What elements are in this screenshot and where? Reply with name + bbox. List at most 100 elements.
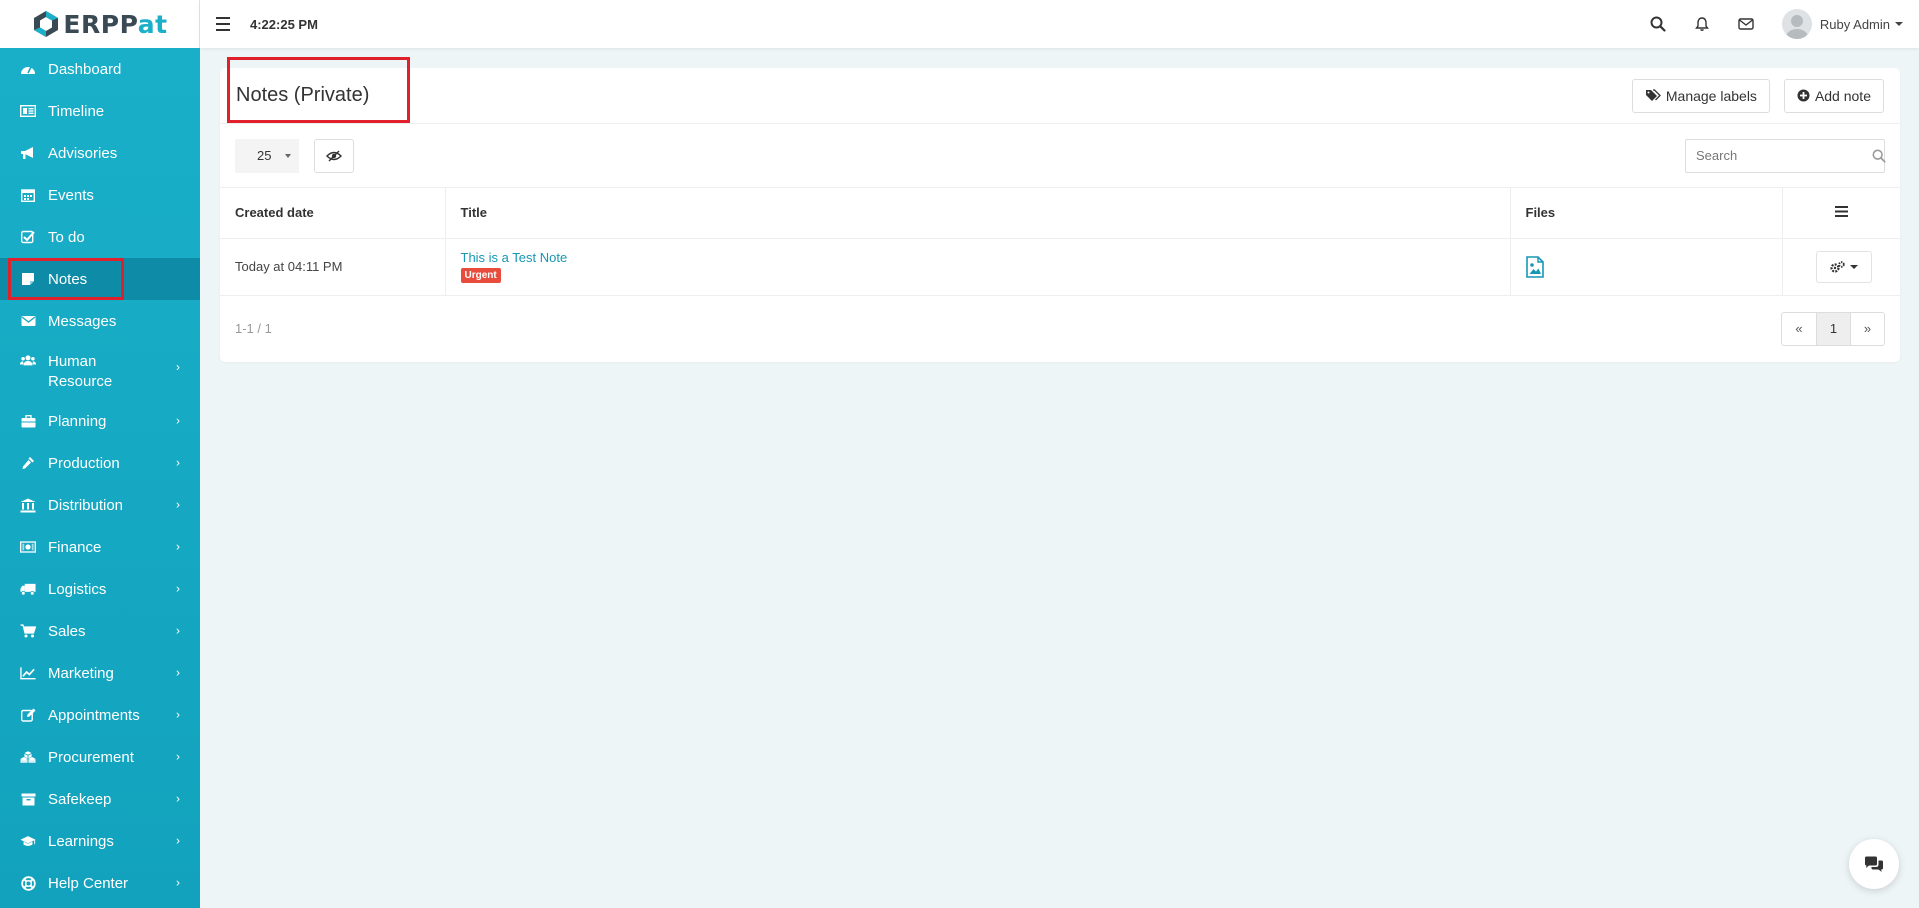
sidebar-item-label: Human Resource	[48, 353, 113, 390]
chevron-right-icon: ›	[176, 833, 180, 848]
row-options-button[interactable]	[1815, 250, 1872, 283]
sidebar-item-messages[interactable]: Messages	[0, 300, 200, 342]
chevron-right-icon: ›	[176, 497, 180, 512]
cell-created-date: Today at 04:11 PM	[220, 238, 445, 296]
life-ring-icon	[20, 875, 36, 891]
column-header-title[interactable]: Title	[444, 188, 1510, 239]
sidebar-item-label: Sales	[48, 622, 86, 640]
bell-icon[interactable]	[1680, 0, 1724, 48]
logo[interactable]: ERPPat	[0, 0, 200, 48]
check-square-icon	[20, 229, 36, 245]
sidebar-item-label: Dashboard	[48, 60, 122, 78]
sidebar-item-help-center[interactable]: Help Center ›	[0, 862, 200, 904]
sidebar-item-human-resource[interactable]: Human Resource ›	[0, 342, 200, 400]
sidebar-item-safekeep[interactable]: Safekeep ›	[0, 778, 200, 820]
sidebar-toggle-icon[interactable]	[216, 17, 232, 31]
chat-button[interactable]	[1849, 839, 1899, 889]
envelope-icon	[20, 313, 36, 329]
search-box	[1685, 138, 1886, 173]
sidebar-item-appointments[interactable]: Appointments ›	[0, 694, 200, 736]
manage-labels-button[interactable]: Manage labels	[1631, 78, 1770, 113]
chevron-down-icon	[1895, 22, 1903, 26]
sidebar-item-label: Procurement	[48, 748, 134, 766]
briefcase-icon	[20, 413, 36, 429]
table-info: 1-1 / 1	[235, 321, 272, 336]
calendar-icon	[20, 187, 36, 203]
pagination-next-button[interactable]: »	[1850, 312, 1884, 345]
chevron-right-icon: ›	[176, 749, 180, 764]
cell-title: This is a Test Note Urgent	[444, 238, 1510, 296]
search-icon[interactable]	[1636, 0, 1680, 48]
envelope-icon[interactable]	[1724, 0, 1768, 48]
archive-icon	[20, 791, 36, 807]
add-note-button[interactable]: Add note	[1783, 78, 1884, 113]
plus-circle-icon	[1797, 89, 1810, 102]
brand-name: ERPPat	[63, 9, 168, 39]
sidebar-item-procurement[interactable]: Procurement ›	[0, 736, 200, 778]
bank-icon	[20, 497, 36, 513]
sidebar-item-learnings[interactable]: Learnings ›	[0, 820, 200, 862]
users-icon	[20, 352, 36, 368]
image-file-icon[interactable]	[1525, 255, 1544, 278]
bars-icon	[1834, 206, 1848, 218]
column-visibility-button[interactable]	[314, 138, 354, 173]
cubes-icon	[20, 749, 36, 765]
chevron-right-icon: ›	[176, 455, 180, 470]
sidebar-item-distribution[interactable]: Distribution ›	[0, 484, 200, 526]
sidebar-item-planning[interactable]: Planning ›	[0, 400, 200, 442]
sidebar-item-to-do[interactable]: To do	[0, 216, 200, 258]
pagination-prev-button[interactable]: «	[1782, 313, 1816, 345]
sidebar: ERPPat Dashboard Timeline Advisories Events…	[0, 0, 200, 908]
sidebar-item-dashboard[interactable]: Dashboard	[0, 48, 200, 90]
page-size-value: 25	[257, 148, 272, 163]
column-header-files[interactable]: Files	[1509, 188, 1782, 239]
sidebar-item-label: Production	[48, 454, 120, 472]
sidebar-item-events[interactable]: Events	[0, 174, 200, 216]
dashboard-icon	[20, 61, 36, 77]
sidebar-item-marketing[interactable]: Marketing ›	[0, 652, 200, 694]
comments-icon	[1865, 856, 1883, 872]
sidebar-item-logistics[interactable]: Logistics ›	[0, 568, 200, 610]
sidebar-item-notes[interactable]: Notes	[0, 258, 200, 300]
cell-options	[1781, 238, 1900, 296]
truck-icon	[20, 581, 36, 597]
sidebar-item-advisories[interactable]: Advisories	[0, 132, 200, 174]
add-note-label: Add note	[1814, 87, 1871, 104]
tags-icon	[1645, 89, 1661, 102]
sidebar-nav: Dashboard Timeline Advisories Events To do No…	[0, 48, 200, 904]
pagination-page-1[interactable]: 1	[1816, 312, 1850, 345]
top-bar: 4:22:25 PM Ruby Admin	[200, 0, 1919, 48]
column-header-created-date[interactable]: Created date	[220, 188, 445, 239]
chevron-right-icon: ›	[176, 875, 180, 890]
graduation-cap-icon	[20, 833, 36, 849]
search-input[interactable]	[1686, 140, 1872, 171]
sidebar-item-label: Timeline	[48, 102, 105, 120]
timeline-icon	[20, 103, 36, 119]
bullhorn-icon	[20, 145, 36, 161]
label-badge: Urgent	[460, 268, 501, 283]
chevron-down-icon	[1849, 264, 1858, 269]
chevron-right-icon: ›	[176, 539, 180, 554]
edit-icon	[20, 707, 36, 723]
sidebar-item-timeline[interactable]: Timeline	[0, 90, 200, 132]
sidebar-item-production[interactable]: Production ›	[0, 442, 200, 484]
sidebar-item-label: Marketing	[48, 664, 114, 682]
sidebar-item-label: Safekeep	[48, 790, 112, 808]
note-title-link[interactable]: This is a Test Note	[461, 250, 1500, 265]
chevron-right-icon: ›	[176, 791, 180, 806]
sticky-note-icon	[20, 271, 36, 287]
sidebar-item-label: Learnings	[48, 832, 114, 850]
eyedropper-icon	[20, 455, 36, 471]
sidebar-item-label: Planning	[48, 412, 107, 430]
search-icon[interactable]	[1872, 149, 1886, 163]
user-menu[interactable]: Ruby Admin	[1781, 9, 1903, 39]
sidebar-item-label: Advisories	[48, 144, 118, 162]
sidebar-item-finance[interactable]: Finance ›	[0, 526, 200, 568]
sidebar-item-label: Events	[48, 186, 94, 204]
chevron-down-icon	[285, 153, 291, 158]
money-icon	[20, 539, 36, 555]
column-header-options	[1781, 188, 1900, 239]
notes-table: Created date Title Files Today at 04:11 …	[220, 188, 1900, 296]
sidebar-item-sales[interactable]: Sales ›	[0, 610, 200, 652]
page-size-select[interactable]: 25	[235, 138, 299, 173]
